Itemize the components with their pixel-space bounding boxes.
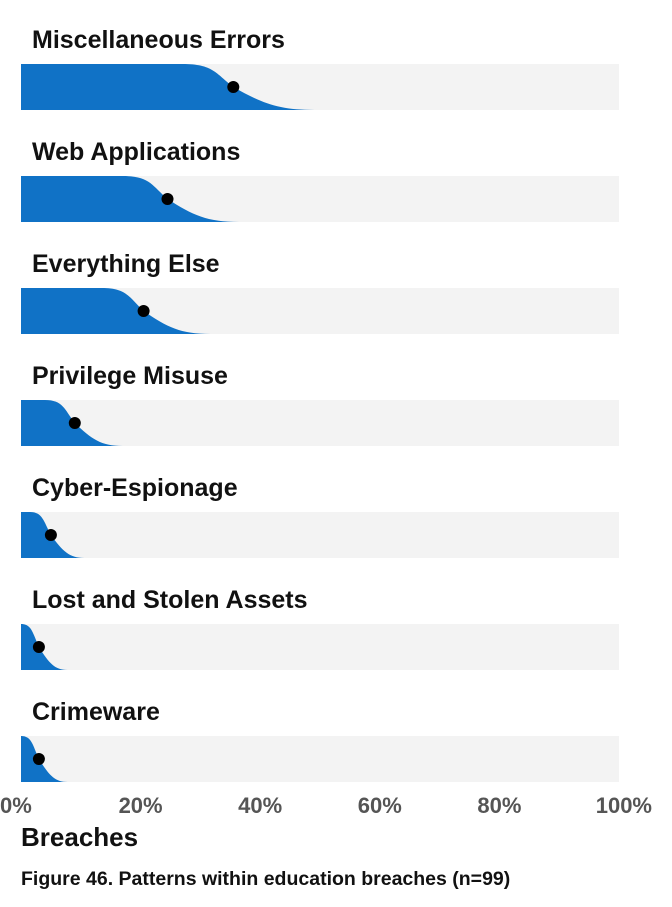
row-lost-and-stolen-assets: Lost and Stolen Assets	[21, 586, 619, 670]
row-point-estimate	[137, 305, 150, 317]
row-label: Privilege Misuse	[32, 362, 228, 390]
row-point-estimate	[68, 417, 81, 429]
row-label: Cyber-Espionage	[32, 474, 238, 502]
row-crimeware: Crimeware	[21, 698, 619, 782]
figure-caption: Figure 46. Patterns within education bre…	[21, 868, 511, 890]
row-track	[21, 400, 619, 446]
row-point-estimate	[44, 529, 57, 541]
row-everything-else: Everything Else	[21, 250, 619, 334]
row-point-estimate	[32, 753, 45, 765]
x-tick-label: 80%	[477, 793, 521, 818]
x-tick-label: 100%	[596, 793, 652, 818]
x-tick-label: 0%	[0, 793, 32, 818]
row-cyber-espionage: Cyber-Espionage	[21, 474, 619, 558]
x-tick-label: 20%	[119, 793, 163, 818]
row-track	[21, 736, 619, 782]
row-point-estimate	[161, 193, 174, 205]
row-miscellaneous-errors: Miscellaneous Errors	[21, 26, 619, 110]
x-tick-label: 40%	[238, 793, 282, 818]
row-label: Miscellaneous Errors	[32, 26, 285, 54]
row-track	[21, 512, 619, 558]
x-tick-label: 60%	[358, 793, 402, 818]
row-web-applications: Web Applications	[21, 138, 619, 222]
chart-rows: Miscellaneous Errors Web Applications Ever…	[21, 26, 619, 782]
row-label: Web Applications	[32, 138, 240, 166]
x-axis-title: Breaches	[21, 822, 139, 852]
row-label: Everything Else	[32, 250, 220, 278]
row-privilege-misuse: Privilege Misuse	[21, 362, 619, 446]
x-axis-ticks: 0% 20% 40% 60% 80% 100%	[0, 793, 652, 818]
row-track	[21, 624, 619, 670]
row-label: Lost and Stolen Assets	[32, 586, 308, 614]
row-point-estimate	[227, 81, 240, 93]
row-label: Crimeware	[32, 698, 160, 726]
row-point-estimate	[32, 641, 45, 653]
patterns-chart: Miscellaneous Errors Web Applications Ever…	[0, 26, 652, 818]
